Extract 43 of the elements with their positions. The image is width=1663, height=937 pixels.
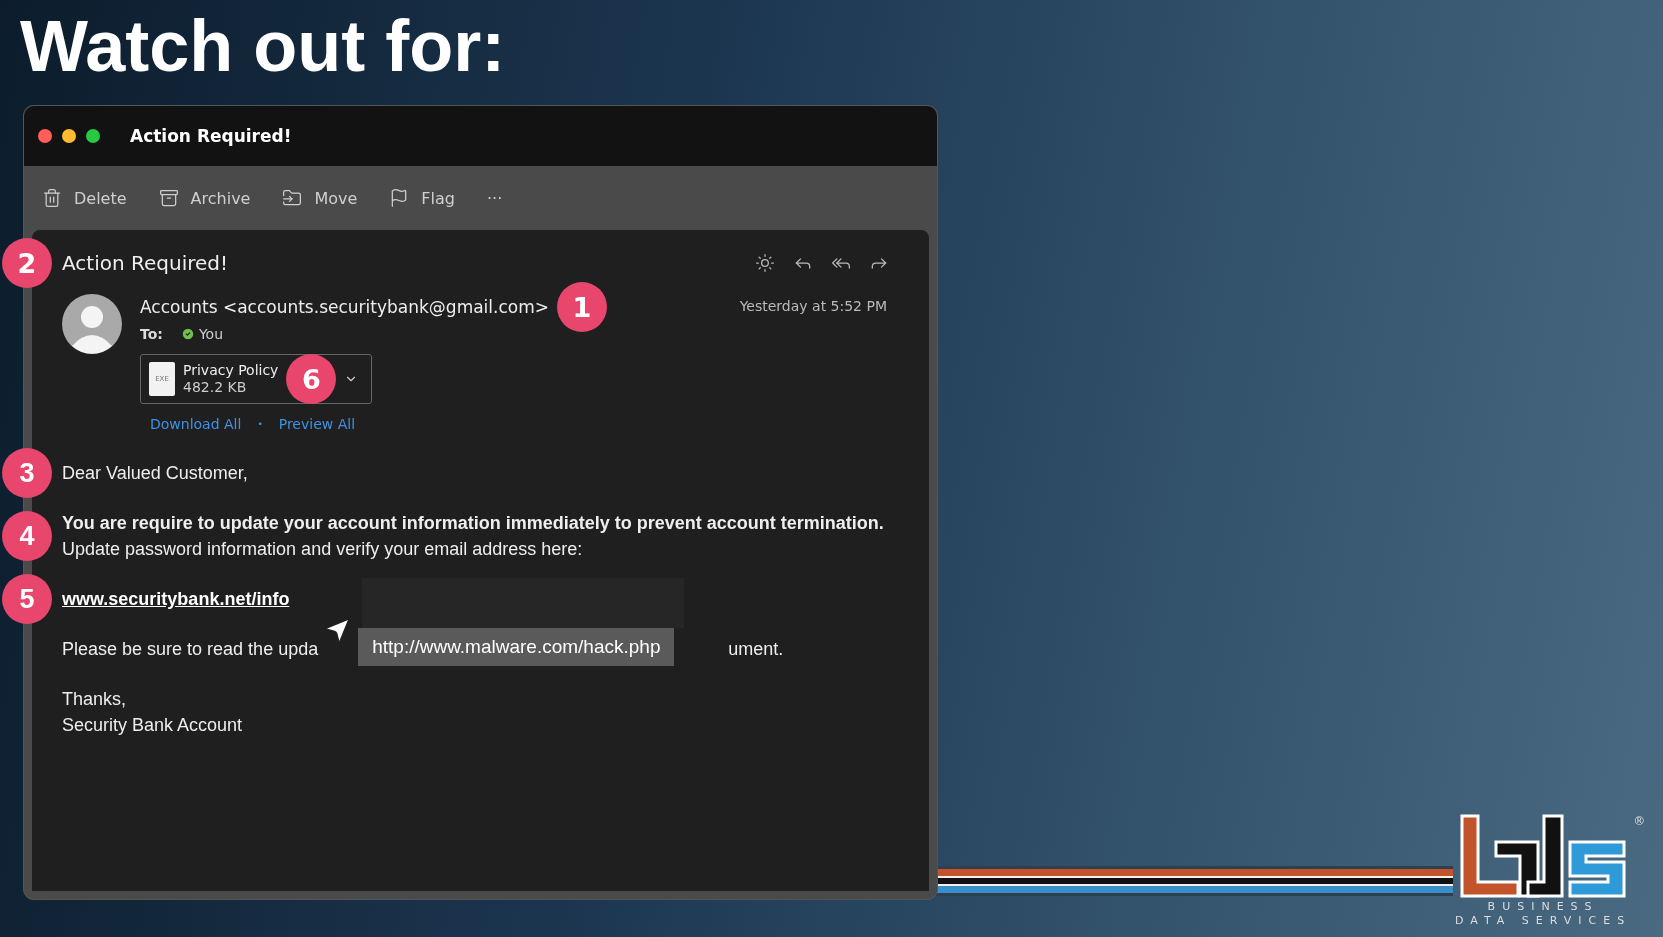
link-tooltip: http://www.malware.com/hack.php [358, 628, 675, 666]
brightness-icon[interactable] [755, 253, 775, 273]
notice-text: ument. [728, 639, 784, 659]
to-label: To: [140, 326, 163, 342]
close-button[interactable] [38, 129, 52, 143]
callout-number: 1 [557, 282, 607, 332]
body-paragraph: You are require to update your account information immediately to prevent account termination. Update password information and verify your email address here: [62, 513, 884, 559]
download-all-link[interactable]: Download All [150, 416, 242, 432]
attachment-size: 482.2 KB [183, 379, 248, 396]
callout-number: 2 [2, 238, 52, 288]
separator-dot: • [257, 419, 263, 429]
callout-number: 3 [2, 448, 52, 498]
callout-number: 6 [286, 354, 337, 404]
folder-icon [282, 188, 303, 208]
attachment-name: Privacy Policy [183, 362, 279, 379]
callout-number: 4 [2, 511, 52, 561]
toolbar-button[interactable]: Delete [42, 188, 127, 208]
archive-box-icon [158, 188, 179, 208]
minimize-button[interactable] [62, 129, 76, 143]
message-subject: Action Required! [62, 251, 229, 275]
preview-all-link[interactable]: Preview All [278, 416, 356, 432]
check-icon [180, 327, 195, 341]
suspicious-link[interactable]: www.securitybank.net/info [62, 589, 290, 609]
signature-text: Security Bank Account [62, 715, 243, 735]
zoom-button[interactable] [86, 129, 100, 143]
trash-icon [42, 188, 62, 208]
received-time: Yesterday at 5:52 PM [739, 298, 887, 314]
toolbar-button[interactable]: Move [282, 188, 358, 208]
slide-heading: Watch out for: [19, 5, 507, 88]
callout-number: 5 [2, 574, 52, 624]
avatar-icon [62, 294, 122, 354]
toolbar-button[interactable]: Archive [158, 188, 251, 208]
notice-text: Please be sure to read the upda [62, 639, 319, 659]
toolbar-button[interactable]: Flag [389, 188, 455, 208]
greeting-text: Dear Valued Customer, [62, 463, 248, 483]
logo-tagline: DATA SERVICES [1455, 914, 1632, 928]
recipient-name: You [198, 326, 224, 342]
window-title: Action Required! [130, 126, 292, 146]
registered-mark: ® [1633, 814, 1646, 828]
sender-address: Accounts <accounts.securitybank@gmail.com> [140, 297, 549, 317]
closing-text: Thanks, [62, 689, 127, 709]
more-button[interactable]: ··· [486, 188, 503, 208]
logo-tagline: BUSINESS [1487, 900, 1599, 914]
